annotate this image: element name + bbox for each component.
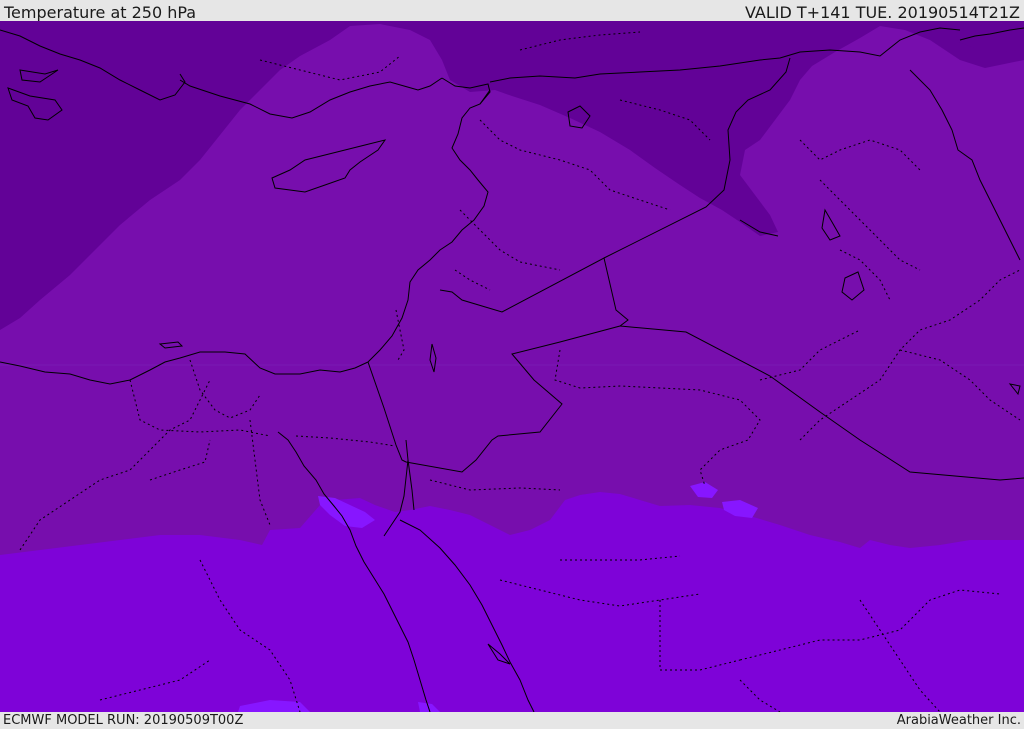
temperature-map — [0, 21, 1024, 712]
map-footer: ECMWF MODEL RUN: 20190509T00Z ArabiaWeat… — [0, 712, 1024, 729]
map-title: Temperature at 250 hPa — [4, 3, 197, 22]
valid-time-label: VALID T+141 TUE. 20190514T21Z — [744, 3, 1020, 22]
map-canvas — [0, 21, 1024, 712]
map-header: Temperature at 250 hPa VALID T+141 TUE. … — [0, 0, 1024, 22]
model-run-label: ECMWF MODEL RUN: 20190509T00Z — [3, 713, 244, 728]
credit-label: ArabiaWeather Inc. — [896, 713, 1021, 728]
